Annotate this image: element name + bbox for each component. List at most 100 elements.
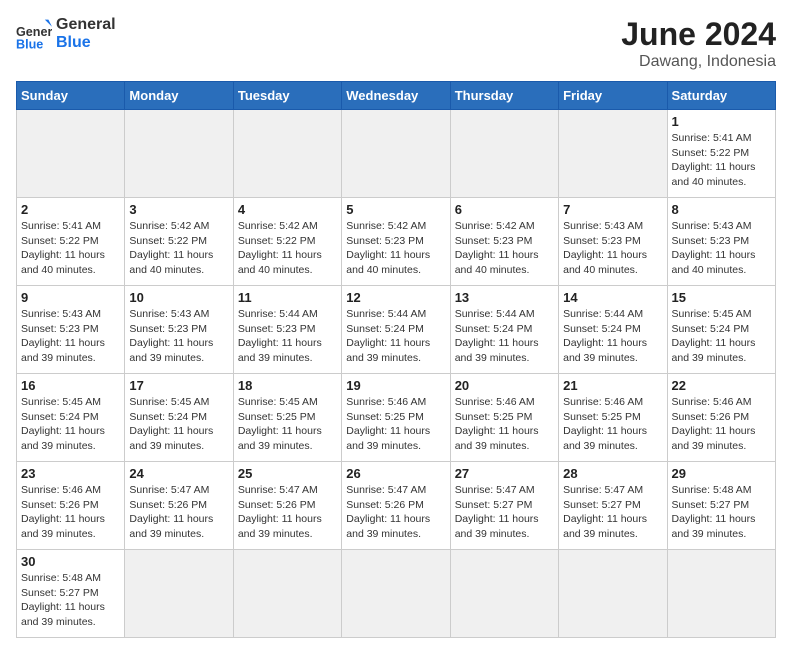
day-number: 12 <box>346 290 445 305</box>
day-info: Sunrise: 5:43 AM Sunset: 5:23 PM Dayligh… <box>672 219 771 278</box>
day-number: 23 <box>21 466 120 481</box>
calendar-cell <box>233 550 341 638</box>
day-info: Sunrise: 5:43 AM Sunset: 5:23 PM Dayligh… <box>129 307 228 366</box>
day-number: 8 <box>672 202 771 217</box>
calendar-cell: 30 Sunrise: 5:48 AM Sunset: 5:27 PM Dayli… <box>17 550 125 638</box>
calendar-cell: 23 Sunrise: 5:46 AM Sunset: 5:26 PM Dayli… <box>17 462 125 550</box>
week-row-4: 16 Sunrise: 5:45 AM Sunset: 5:24 PM Dayli… <box>17 374 776 462</box>
day-info: Sunrise: 5:44 AM Sunset: 5:24 PM Dayligh… <box>346 307 445 366</box>
calendar-cell: 17 Sunrise: 5:45 AM Sunset: 5:24 PM Dayli… <box>125 374 233 462</box>
logo: General Blue General Blue <box>16 16 116 52</box>
day-info: Sunrise: 5:46 AM Sunset: 5:26 PM Dayligh… <box>672 395 771 454</box>
day-number: 5 <box>346 202 445 217</box>
calendar-cell <box>233 110 341 198</box>
calendar-cell: 25 Sunrise: 5:47 AM Sunset: 5:26 PM Dayli… <box>233 462 341 550</box>
calendar-cell <box>450 110 558 198</box>
logo-icon: General Blue <box>16 16 52 52</box>
day-number: 14 <box>563 290 662 305</box>
day-info: Sunrise: 5:48 AM Sunset: 5:27 PM Dayligh… <box>21 571 120 630</box>
calendar-cell: 24 Sunrise: 5:47 AM Sunset: 5:26 PM Dayli… <box>125 462 233 550</box>
day-info: Sunrise: 5:47 AM Sunset: 5:27 PM Dayligh… <box>563 483 662 542</box>
day-number: 26 <box>346 466 445 481</box>
calendar-cell <box>450 550 558 638</box>
day-number: 27 <box>455 466 554 481</box>
logo-blue-text: Blue <box>56 34 116 52</box>
day-info: Sunrise: 5:43 AM Sunset: 5:23 PM Dayligh… <box>21 307 120 366</box>
day-info: Sunrise: 5:44 AM Sunset: 5:24 PM Dayligh… <box>455 307 554 366</box>
week-row-1: 1Sunrise: 5:41 AM Sunset: 5:22 PM Daylig… <box>17 110 776 198</box>
day-info: Sunrise: 5:46 AM Sunset: 5:25 PM Dayligh… <box>455 395 554 454</box>
calendar-cell: 8 Sunrise: 5:43 AM Sunset: 5:23 PM Daylig… <box>667 198 775 286</box>
page-header: General Blue General Blue June 2024 Dawa… <box>16 16 776 71</box>
svg-text:Blue: Blue <box>16 37 43 51</box>
calendar-table: SundayMondayTuesdayWednesdayThursdayFrid… <box>16 81 776 638</box>
day-number: 19 <box>346 378 445 393</box>
day-number: 30 <box>21 554 120 569</box>
day-info: Sunrise: 5:42 AM Sunset: 5:23 PM Dayligh… <box>346 219 445 278</box>
day-header-saturday: Saturday <box>667 82 775 110</box>
calendar-cell: 7Sunrise: 5:43 AM Sunset: 5:23 PM Daylig… <box>559 198 667 286</box>
day-number: 10 <box>129 290 228 305</box>
day-number: 7 <box>563 202 662 217</box>
day-number: 3 <box>129 202 228 217</box>
calendar-cell: 9 Sunrise: 5:43 AM Sunset: 5:23 PM Daylig… <box>17 286 125 374</box>
calendar-cell: 3Sunrise: 5:42 AM Sunset: 5:22 PM Daylig… <box>125 198 233 286</box>
day-info: Sunrise: 5:47 AM Sunset: 5:26 PM Dayligh… <box>129 483 228 542</box>
day-info: Sunrise: 5:45 AM Sunset: 5:25 PM Dayligh… <box>238 395 337 454</box>
day-info: Sunrise: 5:47 AM Sunset: 5:27 PM Dayligh… <box>455 483 554 542</box>
calendar-cell: 14Sunrise: 5:44 AM Sunset: 5:24 PM Dayli… <box>559 286 667 374</box>
week-row-3: 9 Sunrise: 5:43 AM Sunset: 5:23 PM Daylig… <box>17 286 776 374</box>
day-number: 11 <box>238 290 337 305</box>
calendar-cell: 11 Sunrise: 5:44 AM Sunset: 5:23 PM Dayli… <box>233 286 341 374</box>
day-number: 24 <box>129 466 228 481</box>
day-number: 1 <box>672 114 771 129</box>
day-info: Sunrise: 5:42 AM Sunset: 5:23 PM Dayligh… <box>455 219 554 278</box>
day-info: Sunrise: 5:41 AM Sunset: 5:22 PM Dayligh… <box>21 219 120 278</box>
day-number: 21 <box>563 378 662 393</box>
calendar-cell: 27 Sunrise: 5:47 AM Sunset: 5:27 PM Dayli… <box>450 462 558 550</box>
calendar-cell: 18 Sunrise: 5:45 AM Sunset: 5:25 PM Dayli… <box>233 374 341 462</box>
day-number: 2 <box>21 202 120 217</box>
day-info: Sunrise: 5:46 AM Sunset: 5:25 PM Dayligh… <box>346 395 445 454</box>
calendar-cell: 12 Sunrise: 5:44 AM Sunset: 5:24 PM Dayli… <box>342 286 450 374</box>
calendar-cell: 1Sunrise: 5:41 AM Sunset: 5:22 PM Daylig… <box>667 110 775 198</box>
day-info: Sunrise: 5:47 AM Sunset: 5:26 PM Dayligh… <box>346 483 445 542</box>
day-number: 18 <box>238 378 337 393</box>
day-header-wednesday: Wednesday <box>342 82 450 110</box>
calendar-cell <box>125 550 233 638</box>
calendar-header-row: SundayMondayTuesdayWednesdayThursdayFrid… <box>17 82 776 110</box>
calendar-cell: 19 Sunrise: 5:46 AM Sunset: 5:25 PM Dayli… <box>342 374 450 462</box>
day-info: Sunrise: 5:46 AM Sunset: 5:26 PM Dayligh… <box>21 483 120 542</box>
calendar-cell <box>342 550 450 638</box>
week-row-2: 2 Sunrise: 5:41 AM Sunset: 5:22 PM Daylig… <box>17 198 776 286</box>
day-number: 28 <box>563 466 662 481</box>
day-header-monday: Monday <box>125 82 233 110</box>
week-row-6: 30 Sunrise: 5:48 AM Sunset: 5:27 PM Dayli… <box>17 550 776 638</box>
day-info: Sunrise: 5:45 AM Sunset: 5:24 PM Dayligh… <box>129 395 228 454</box>
calendar-cell: 13 Sunrise: 5:44 AM Sunset: 5:24 PM Dayli… <box>450 286 558 374</box>
calendar-cell <box>667 550 775 638</box>
calendar-cell: 26 Sunrise: 5:47 AM Sunset: 5:26 PM Dayli… <box>342 462 450 550</box>
day-number: 20 <box>455 378 554 393</box>
logo-general-text: General <box>56 16 116 34</box>
day-info: Sunrise: 5:48 AM Sunset: 5:27 PM Dayligh… <box>672 483 771 542</box>
day-number: 15 <box>672 290 771 305</box>
day-info: Sunrise: 5:45 AM Sunset: 5:24 PM Dayligh… <box>21 395 120 454</box>
day-number: 13 <box>455 290 554 305</box>
calendar-cell <box>125 110 233 198</box>
day-number: 16 <box>21 378 120 393</box>
day-info: Sunrise: 5:46 AM Sunset: 5:25 PM Dayligh… <box>563 395 662 454</box>
calendar-cell: 22Sunrise: 5:46 AM Sunset: 5:26 PM Dayli… <box>667 374 775 462</box>
calendar-cell: 21 Sunrise: 5:46 AM Sunset: 5:25 PM Dayli… <box>559 374 667 462</box>
day-info: Sunrise: 5:47 AM Sunset: 5:26 PM Dayligh… <box>238 483 337 542</box>
day-info: Sunrise: 5:42 AM Sunset: 5:22 PM Dayligh… <box>238 219 337 278</box>
day-number: 9 <box>21 290 120 305</box>
day-number: 25 <box>238 466 337 481</box>
calendar-cell <box>559 110 667 198</box>
day-header-friday: Friday <box>559 82 667 110</box>
day-number: 29 <box>672 466 771 481</box>
calendar-cell: 20 Sunrise: 5:46 AM Sunset: 5:25 PM Dayli… <box>450 374 558 462</box>
day-number: 17 <box>129 378 228 393</box>
calendar-cell: 15Sunrise: 5:45 AM Sunset: 5:24 PM Dayli… <box>667 286 775 374</box>
day-info: Sunrise: 5:44 AM Sunset: 5:23 PM Dayligh… <box>238 307 337 366</box>
